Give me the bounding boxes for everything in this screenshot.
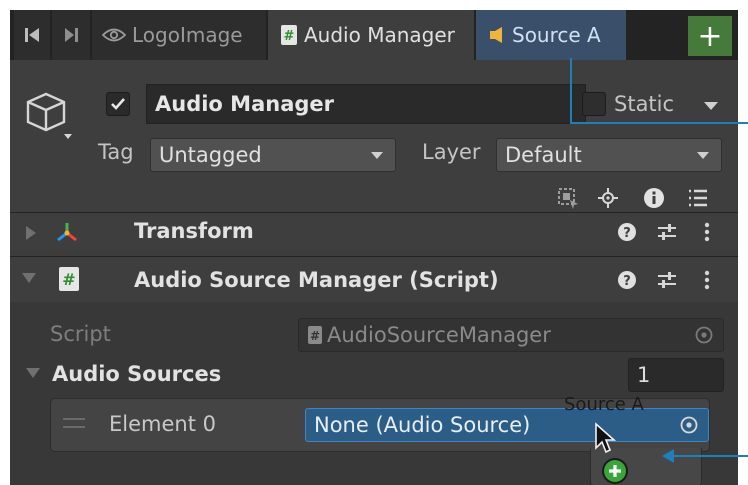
component-title: Audio Source Manager (Script) xyxy=(134,268,499,292)
list-icon[interactable] xyxy=(684,184,712,212)
info-icon[interactable] xyxy=(640,184,668,212)
collapse-arrow-icon[interactable] xyxy=(22,273,36,283)
script-icon: # xyxy=(56,266,82,292)
expand-arrow-icon[interactable] xyxy=(26,226,36,240)
audio-sources-label[interactable]: Audio Sources xyxy=(52,362,221,386)
tab-label: Source A xyxy=(512,23,601,47)
object-picker-icon xyxy=(691,322,717,348)
presets-icon[interactable] xyxy=(654,267,680,293)
script-value: AudioSourceManager xyxy=(327,323,551,347)
object-picker-icon[interactable] xyxy=(676,412,702,438)
object-name-field[interactable]: Audio Manager xyxy=(146,84,586,124)
list-expand-arrow-icon[interactable] xyxy=(26,368,40,378)
svg-text:#: # xyxy=(62,270,75,289)
skip-back-icon[interactable] xyxy=(52,10,90,60)
callout-line xyxy=(672,455,748,457)
component-body: Script # AudioSourceManager Audio Source… xyxy=(10,302,738,485)
drag-preview-label: Source A xyxy=(564,394,644,415)
tag-dropdown[interactable]: Untagged xyxy=(150,138,396,172)
layer-dropdown[interactable]: Default xyxy=(496,138,722,172)
callout-line xyxy=(570,58,572,124)
audio-source-manager-component[interactable]: # Audio Source Manager (Script) ? xyxy=(10,256,738,302)
more-menu-icon[interactable] xyxy=(694,267,720,293)
list-size-value: 1 xyxy=(637,363,651,387)
tab-bar: LogoImage # Audio Manager Source A + xyxy=(10,10,738,60)
static-dropdown-icon[interactable] xyxy=(704,102,718,110)
tab-label: Audio Manager xyxy=(304,23,455,47)
help-icon[interactable]: ? xyxy=(614,219,640,245)
list-size-field[interactable]: 1 xyxy=(628,358,724,392)
gameobject-icon[interactable] xyxy=(24,88,74,148)
skip-to-first-icon[interactable] xyxy=(14,10,50,60)
svg-text:?: ? xyxy=(623,226,631,241)
tab-source-a[interactable]: Source A xyxy=(476,10,626,60)
tag-value: Untagged xyxy=(159,143,262,167)
static-label: Static xyxy=(614,92,675,116)
transform-icon xyxy=(54,219,80,245)
chevron-down-icon xyxy=(371,152,383,159)
layer-value: Default xyxy=(505,143,582,167)
svg-text:?: ? xyxy=(623,274,631,289)
tab-label: LogoImage xyxy=(132,23,243,47)
more-menu-icon[interactable] xyxy=(694,219,720,245)
drag-handle-icon[interactable] xyxy=(63,418,85,428)
element-value: None (Audio Source) xyxy=(314,413,531,437)
presets-icon[interactable] xyxy=(654,219,680,245)
script-icon: # xyxy=(307,325,323,345)
script-field: # AudioSourceManager xyxy=(298,318,724,352)
element-label: Element 0 xyxy=(109,412,216,436)
plus-circle-icon xyxy=(602,458,628,484)
help-icon[interactable]: ? xyxy=(614,267,640,293)
cursor-icon xyxy=(594,422,620,460)
tab-audio-manager[interactable]: # Audio Manager xyxy=(268,10,474,60)
static-checkbox[interactable] xyxy=(582,92,606,116)
svg-text:#: # xyxy=(284,29,295,44)
script-label: Script xyxy=(50,322,111,346)
inspector-window: LogoImage # Audio Manager Source A + Aud… xyxy=(10,10,738,485)
svg-text:#: # xyxy=(310,329,320,343)
object-name-value: Audio Manager xyxy=(155,92,334,116)
eye-icon xyxy=(102,27,126,43)
active-checkbox[interactable] xyxy=(106,92,130,116)
script-icon: # xyxy=(280,24,298,46)
pivot-icon[interactable] xyxy=(594,184,622,212)
component-title: Transform xyxy=(134,219,254,243)
add-element-button[interactable] xyxy=(600,456,630,485)
add-tab-button[interactable]: + xyxy=(688,16,732,56)
callout-line xyxy=(570,122,748,124)
object-header: Audio Manager Static Tag Untagged Layer … xyxy=(10,60,738,220)
checkmark-icon xyxy=(111,98,125,110)
layer-label: Layer xyxy=(422,140,481,164)
audio-source-icon xyxy=(488,25,506,45)
chevron-down-icon xyxy=(697,152,709,159)
tag-label: Tag xyxy=(98,140,134,164)
audio-source-object-field[interactable]: None (Audio Source) xyxy=(305,408,709,442)
select-icon[interactable] xyxy=(554,184,582,212)
tab-logoimage[interactable]: LogoImage xyxy=(92,10,266,60)
transform-component[interactable]: Transform ? xyxy=(10,212,738,250)
plus-icon: + xyxy=(697,18,723,54)
